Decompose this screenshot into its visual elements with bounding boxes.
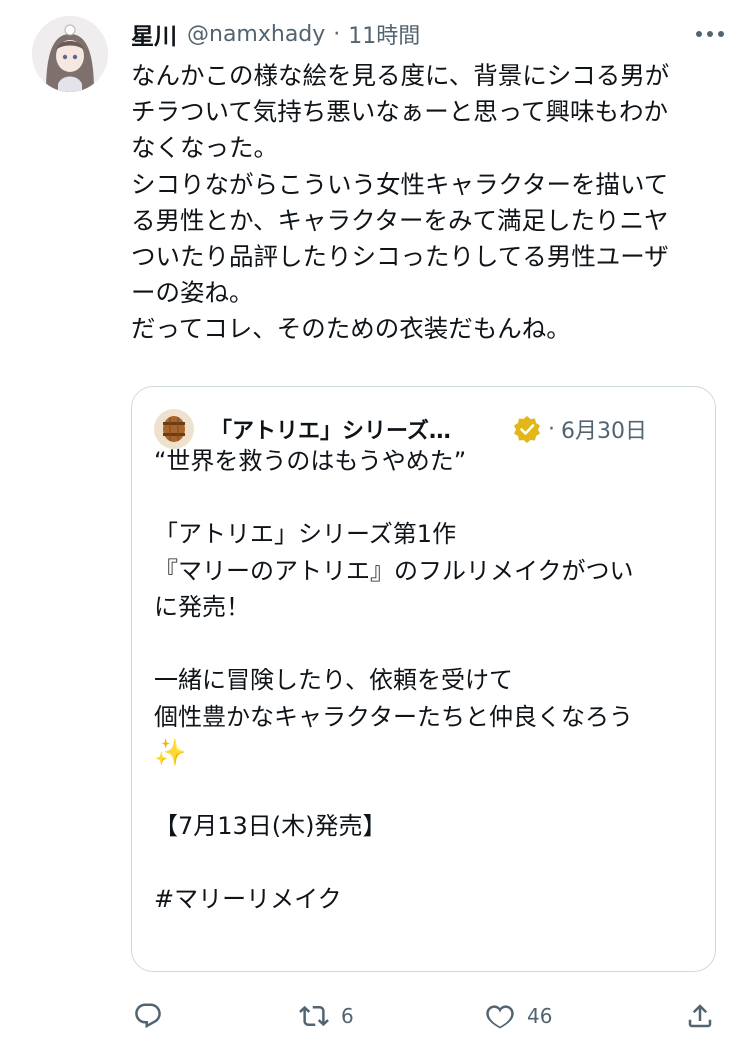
author-handle[interactable]: @namxhady	[187, 22, 325, 47]
quoted-line	[154, 480, 699, 517]
retweet-icon	[299, 1005, 329, 1027]
verified-badge-icon	[514, 416, 540, 443]
timestamp[interactable]: 11時間	[348, 18, 420, 50]
hashtag-link[interactable]: #マリーリメイク	[154, 881, 699, 918]
tweet-text: なんかこの様な絵を見る度に、背景にシコる男が チラついて気持ち悪いなぁーと思って…	[131, 58, 721, 348]
quoted-line: に発売！	[154, 593, 250, 621]
like-button[interactable]: 46	[485, 1001, 552, 1031]
like-count: 46	[527, 1004, 553, 1028]
tweet-line: ーの姿ね。	[131, 278, 254, 308]
reply-icon	[135, 1003, 161, 1029]
tweet-header: 星川 @namxhady · 11時間	[131, 14, 730, 54]
tweet-line: チラついて気持ち悪いなぁーと思って興味もわか	[131, 97, 669, 127]
heart-icon	[486, 1005, 514, 1029]
quoted-line: 「アトリエ」シリーズ第1作	[154, 520, 457, 548]
retweet-count: 6	[341, 1004, 354, 1028]
avatar[interactable]	[32, 16, 108, 92]
tweet-line: シコりながらこういう女性キャラクターを描いて	[131, 169, 669, 199]
quoted-line	[154, 626, 699, 663]
quoted-author-name[interactable]: 「アトリエ」シリーズ…	[210, 413, 500, 445]
tweet-line: なくなった。	[131, 133, 278, 163]
quoted-line: 【7月13日(木)発売】	[154, 812, 387, 840]
quoted-text: “世界を救うのはもうやめた” 「アトリエ」シリーズ第1作 『マリーのアトリエ』の…	[154, 443, 699, 918]
author-name[interactable]: 星川	[131, 17, 177, 51]
reply-button[interactable]	[133, 1001, 163, 1031]
action-bar: 6 46	[131, 996, 721, 1036]
tweet-line: なんかこの様な絵を見る度に、背景にシコる男が	[131, 61, 670, 90]
barrel-icon	[163, 416, 185, 442]
quoted-line	[154, 845, 699, 882]
quoted-line: “世界を救うのはもうやめた”	[154, 447, 467, 475]
quoted-line: 個性豊かなキャラクターたちと仲良くなろう	[154, 702, 634, 731]
tweet-line: る男性とか、キャラクターをみて満足したりニヤ	[131, 205, 669, 235]
avatar-image	[32, 16, 108, 92]
tweet-line: だってコレ、そのための衣装だもんね。	[131, 314, 571, 344]
more-options-icon[interactable]	[690, 18, 730, 50]
retweet-button[interactable]: 6	[299, 1001, 354, 1031]
quoted-tweet[interactable]: 「アトリエ」シリーズ… · 6月30日 “世界を救うのはもうやめた” 「アトリエ…	[131, 386, 716, 972]
quoted-separator: ·	[548, 416, 555, 442]
share-icon	[688, 1004, 712, 1028]
share-button[interactable]	[685, 1001, 715, 1031]
sparkles-emoji: ✨	[154, 738, 187, 768]
quoted-date[interactable]: 6月30日	[561, 413, 647, 445]
tweet-line: ついたり品評したりシコったりしてる男性ユーザ	[131, 241, 669, 271]
quoted-line: 一緒に冒険したり、依頼を受けて	[154, 666, 514, 694]
separator: ·	[333, 21, 341, 47]
quoted-line: 『マリーのアトリエ』のフルリメイクがつい	[154, 556, 634, 585]
quoted-line	[154, 772, 699, 809]
